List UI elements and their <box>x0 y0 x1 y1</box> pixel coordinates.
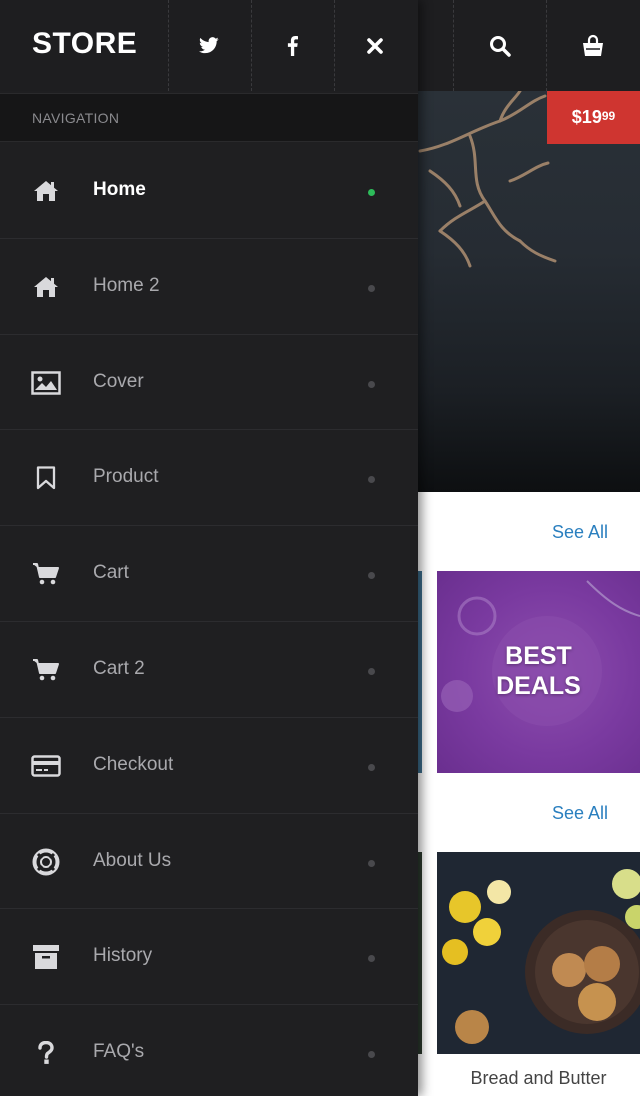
nav-item-label: Cart <box>93 562 129 584</box>
navigation-section-label: NAVIGATION <box>0 93 418 142</box>
nav-item-faqs[interactable]: FAQ's <box>0 1005 418 1096</box>
archive-icon <box>30 943 62 971</box>
store-logo[interactable]: STORE <box>32 27 137 61</box>
navigation-drawer: STORE NAVIGATION Home Home 2 Cover Produ… <box>0 0 418 1096</box>
inactive-indicator-dot <box>368 763 375 771</box>
facebook-icon <box>287 35 298 56</box>
nav-item-product[interactable]: Product <box>0 430 418 527</box>
header-divider <box>453 0 454 91</box>
nav-item-cart-2[interactable]: Cart 2 <box>0 622 418 718</box>
image-icon <box>30 369 62 397</box>
product-card-image[interactable] <box>437 852 640 1054</box>
search-button[interactable] <box>455 0 545 91</box>
nav-item-checkout[interactable]: Checkout <box>0 718 418 814</box>
twitter-icon <box>199 37 219 54</box>
food-photo-art <box>442 869 640 1044</box>
credit-card-icon <box>30 752 62 780</box>
home-icon <box>30 177 62 205</box>
question-icon <box>30 1039 62 1067</box>
inactive-indicator-dot <box>368 380 375 388</box>
close-icon <box>367 37 383 54</box>
best-deals-text: BEST DEALS <box>437 641 640 701</box>
drawer-header: STORE <box>0 0 418 91</box>
nav-item-label: Checkout <box>93 753 174 775</box>
inactive-indicator-dot <box>368 955 375 963</box>
navigation-menu: Home Home 2 Cover Product Cart Cart 2 Ch… <box>0 143 418 1096</box>
navigation-heading: NAVIGATION <box>32 110 120 126</box>
twitter-button[interactable] <box>168 0 250 91</box>
price-cents: 99 <box>601 108 616 123</box>
inactive-indicator-dot <box>368 572 375 580</box>
search-icon <box>490 35 511 57</box>
inactive-indicator-dot <box>368 284 375 292</box>
nav-item-label: Cart 2 <box>93 657 145 679</box>
price-main: $19 <box>571 107 602 127</box>
cart-icon <box>30 656 62 684</box>
bookmark-icon <box>30 464 62 492</box>
promo-line-2: DEALS <box>496 672 581 700</box>
cart-icon <box>30 560 62 588</box>
promo-line-1: BEST <box>505 642 572 670</box>
inactive-indicator-dot <box>368 1051 375 1059</box>
nav-item-cart[interactable]: Cart <box>0 526 418 622</box>
inactive-indicator-dot <box>368 859 375 867</box>
price-tag: $19 99 <box>547 91 640 144</box>
home-icon <box>30 273 62 301</box>
life-ring-icon <box>30 848 62 876</box>
inactive-indicator-dot <box>368 476 375 484</box>
nav-item-home[interactable]: Home <box>0 143 418 239</box>
nav-item-about-us[interactable]: About Us <box>0 814 418 910</box>
nav-item-label: Cover <box>93 370 144 392</box>
nav-item-label: About Us <box>93 849 172 871</box>
nav-item-label: Product <box>93 466 159 488</box>
header-divider <box>546 0 547 91</box>
inactive-indicator-dot <box>368 667 375 675</box>
active-indicator-dot <box>368 189 375 196</box>
nav-item-label: History <box>93 945 153 967</box>
facebook-button[interactable] <box>251 0 333 91</box>
see-all-link[interactable]: See All <box>552 522 608 543</box>
nav-item-label: Home <box>93 179 146 200</box>
nav-item-history[interactable]: History <box>0 909 418 1006</box>
product-caption: Bread and Butter <box>470 1068 607 1088</box>
cart-button[interactable] <box>548 0 638 91</box>
see-all-link[interactable]: See All <box>552 803 608 824</box>
nav-item-label: Home 2 <box>93 274 160 296</box>
best-deals-card[interactable]: BEST DEALS <box>437 571 640 773</box>
shopping-bag-icon <box>583 34 603 56</box>
nav-item-home-2[interactable]: Home 2 <box>0 239 418 335</box>
close-drawer-button[interactable] <box>334 0 416 91</box>
nav-item-cover[interactable]: Cover <box>0 335 418 431</box>
nav-item-label: FAQ's <box>93 1041 145 1063</box>
app-root: $19 99 See All BEST DEALS See All Bread … <box>0 0 640 1096</box>
